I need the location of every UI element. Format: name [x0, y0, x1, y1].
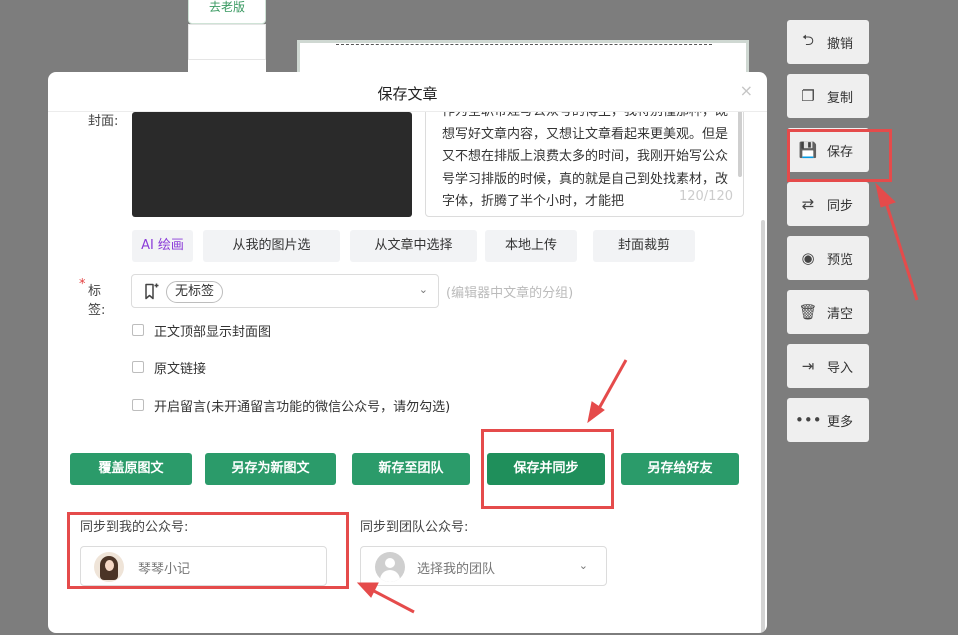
summary-scrollbar[interactable] — [738, 112, 742, 177]
save-article-dialog: 保存文章 × 封面: 作为全职带娃写公众号的博主，我特别懂那种，既想写好文章内容… — [48, 72, 767, 633]
arrow-head-save-toolbar — [875, 182, 896, 208]
ai-draw-button[interactable]: AI 绘画 — [132, 230, 193, 262]
more-icon: ••• — [795, 411, 822, 429]
crop-cover-button[interactable]: 封面裁剪 — [593, 230, 695, 262]
arrow-to-save-toolbar — [882, 195, 919, 301]
background-side-panel — [188, 24, 266, 60]
clear-label: 清空 — [827, 306, 854, 322]
pick-from-article-button[interactable]: 从文章中选择 — [350, 230, 477, 262]
summary-textarea[interactable]: 作为全职带娃写公众号的博主，我特别懂那种，既想写好文章内容，又想让文章看起来更美… — [425, 112, 744, 217]
checkbox-box[interactable] — [132, 324, 144, 336]
trash-icon: 🗑 — [798, 303, 818, 321]
sync-my-account-label: 同步到我的公众号: — [80, 520, 189, 535]
enable-comments-checkbox[interactable]: 开启留言(未开通留言功能的微信公众号，请勿勾选) — [132, 395, 450, 415]
more-button[interactable]: ••• 更多 — [787, 398, 869, 442]
save-to-team-button[interactable]: 新存至团队 — [352, 453, 470, 485]
checkbox-box[interactable] — [132, 399, 144, 411]
preview-label: 预览 — [827, 252, 854, 268]
show-cover-label: 正文顶部显示封面图 — [154, 324, 272, 340]
tag-hint: (编辑器中文章的分组) — [446, 286, 574, 301]
cover-label: 封面: — [88, 114, 119, 129]
sync-icon: ⇄ — [801, 195, 815, 213]
eye-icon: ◉ — [801, 249, 815, 267]
copy-button[interactable]: ❐ 复制 — [787, 74, 869, 118]
old-version-button[interactable]: 去老版 — [188, 0, 266, 24]
team-select-placeholder: 选择我的团队 — [417, 562, 496, 577]
original-link-label: 原文链接 — [154, 361, 207, 377]
tag-chip[interactable]: 无标签 — [166, 281, 224, 303]
clear-button[interactable]: 🗑 清空 — [787, 290, 869, 334]
dialog-header: 保存文章 × — [48, 72, 767, 112]
import-label: 导入 — [827, 360, 854, 376]
bookmark-icon — [143, 283, 159, 304]
save-as-new-button[interactable]: 另存为新图文 — [205, 453, 336, 485]
copy-label: 复制 — [827, 90, 854, 106]
save-toolbar-button[interactable]: 💾 保存 — [787, 128, 869, 172]
dialog-title: 保存文章 — [377, 85, 438, 103]
show-cover-checkbox[interactable]: 正文顶部显示封面图 — [132, 320, 271, 340]
summary-char-count: 120/120 — [678, 185, 733, 208]
tag-label: 标签: — [88, 284, 106, 318]
chevron-down-icon: ⌄ — [578, 559, 588, 572]
save-label: 保存 — [827, 144, 854, 160]
original-link-checkbox[interactable]: 原文链接 — [132, 357, 206, 377]
undo-button[interactable]: ⮌ 撤销 — [787, 20, 869, 64]
undo-icon: ⮌ — [801, 30, 814, 49]
copy-icon: ❐ — [801, 87, 815, 105]
local-upload-button[interactable]: 本地上传 — [485, 230, 577, 262]
dialog-scrollbar[interactable] — [761, 220, 765, 633]
sync-label: 同步 — [827, 198, 854, 214]
cover-image[interactable] — [132, 112, 412, 217]
preview-button[interactable]: ◉ 预览 — [787, 236, 869, 280]
undo-label: 撤销 — [827, 36, 854, 52]
chevron-down-icon: ⌄ — [418, 283, 428, 296]
avatar — [94, 552, 124, 582]
my-account-selector[interactable]: 琴琴小记 — [80, 546, 327, 586]
more-label: 更多 — [827, 414, 854, 430]
tag-select[interactable]: 无标签 ⌄ — [131, 274, 439, 308]
pick-from-my-images-button[interactable]: 从我的图片选 — [203, 230, 340, 262]
overwrite-original-button[interactable]: 覆盖原图文 — [70, 453, 192, 485]
required-mark: * — [79, 277, 86, 292]
import-icon: ⇥ — [801, 357, 815, 375]
checkbox-box[interactable] — [132, 361, 144, 373]
close-icon[interactable]: × — [740, 81, 753, 100]
dialog-body: 封面: 作为全职带娃写公众号的博主，我特别懂那种，既想写好文章内容，又想让文章看… — [48, 112, 767, 633]
enable-comments-label: 开启留言(未开通留言功能的微信公众号，请勿勾选) — [154, 399, 451, 415]
save-and-sync-button[interactable]: 保存并同步 — [487, 453, 605, 485]
sync-button[interactable]: ⇄ 同步 — [787, 182, 869, 226]
team-select[interactable]: 选择我的团队 ⌄ — [360, 546, 607, 586]
import-button[interactable]: ⇥ 导入 — [787, 344, 869, 388]
sync-team-account-label: 同步到团队公众号: — [360, 520, 469, 535]
save-to-friend-button[interactable]: 另存给好友 — [621, 453, 739, 485]
user-placeholder-icon — [375, 552, 405, 582]
save-icon: 💾 — [798, 141, 818, 159]
account-name: 琴琴小记 — [138, 562, 191, 577]
